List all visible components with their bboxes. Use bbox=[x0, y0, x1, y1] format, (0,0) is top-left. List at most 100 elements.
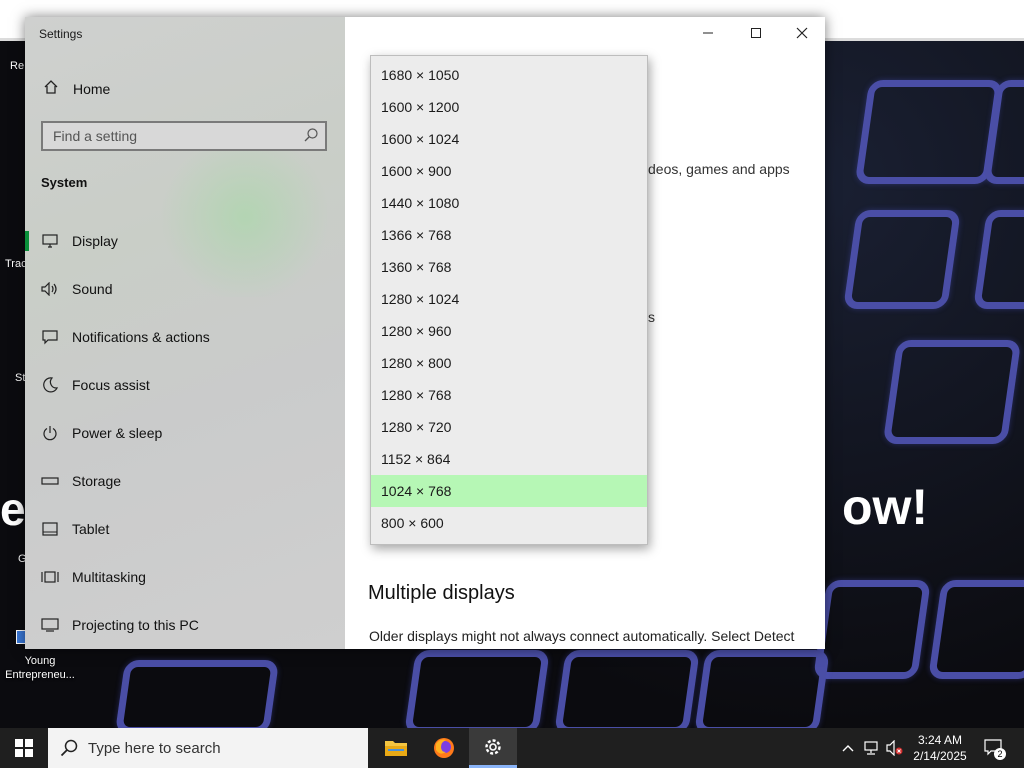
tablet-icon bbox=[40, 520, 60, 538]
sidebar-item-sound[interactable]: Sound bbox=[25, 265, 345, 313]
folder-icon bbox=[385, 741, 407, 756]
desktop-fragment: St bbox=[15, 372, 26, 384]
file-explorer-button[interactable] bbox=[372, 728, 420, 768]
home-icon bbox=[41, 79, 61, 98]
notification-icon bbox=[40, 328, 60, 346]
keyboard-key-shape bbox=[843, 210, 961, 309]
settings-taskbar-button[interactable] bbox=[469, 728, 517, 768]
resolution-option[interactable]: 1152 × 864 bbox=[371, 443, 647, 475]
find-setting-search[interactable] bbox=[41, 121, 327, 151]
storage-icon bbox=[40, 472, 60, 490]
sidebar-item-label: Display bbox=[72, 233, 118, 249]
keyboard-key-shape bbox=[973, 210, 1024, 309]
sidebar-item-focus-assist[interactable]: Focus assist bbox=[25, 361, 345, 409]
sidebar-item-power-sleep[interactable]: Power & sleep bbox=[25, 409, 345, 457]
notification-count-badge: 2 bbox=[994, 748, 1006, 760]
minimize-icon bbox=[703, 32, 713, 34]
desktop-fragment: e bbox=[0, 483, 26, 535]
show-hidden-icons-button[interactable] bbox=[838, 728, 858, 768]
monitor-icon bbox=[40, 232, 60, 250]
windows-logo-icon bbox=[15, 739, 33, 757]
resolution-option[interactable]: 1366 × 768 bbox=[371, 219, 647, 251]
power-icon bbox=[40, 424, 60, 442]
action-center-button[interactable]: 2 bbox=[980, 728, 1010, 768]
sidebar-item-notifications[interactable]: Notifications & actions bbox=[25, 313, 345, 361]
close-button[interactable] bbox=[779, 17, 825, 49]
resolution-option-selected[interactable]: 1024 × 768 bbox=[371, 475, 647, 507]
clock-time: 3:24 AM bbox=[917, 733, 963, 747]
sidebar-item-label: Projecting to this PC bbox=[72, 617, 199, 633]
sidebar-item-label: Tablet bbox=[72, 521, 110, 537]
multitasking-icon bbox=[40, 568, 60, 586]
resolution-option[interactable]: 1600 × 900 bbox=[371, 155, 647, 187]
home-label: Home bbox=[73, 80, 111, 97]
resolution-option[interactable]: 1360 × 768 bbox=[371, 251, 647, 283]
partial-description-text: deos, games and apps bbox=[648, 161, 790, 177]
resolution-dropdown[interactable]: 1680 × 1050 1600 × 1200 1600 × 1024 1600… bbox=[370, 55, 648, 545]
settings-sidebar: Settings Home System Display Sound bbox=[25, 17, 345, 649]
sidebar-item-display[interactable]: Display bbox=[25, 217, 345, 265]
keyboard-key-shape bbox=[114, 660, 280, 728]
sidebar-item-multitasking[interactable]: Multitasking bbox=[25, 553, 345, 601]
speaker-icon bbox=[40, 280, 60, 298]
network-icon bbox=[864, 741, 878, 755]
resolution-option[interactable]: 800 × 600 bbox=[371, 507, 647, 539]
resolution-option[interactable]: 1600 × 1024 bbox=[371, 123, 647, 155]
keyboard-key-shape bbox=[813, 580, 931, 679]
section-title: System bbox=[41, 175, 88, 190]
window-title: Settings bbox=[39, 27, 83, 41]
sidebar-item-label: Notifications & actions bbox=[72, 329, 210, 345]
moon-icon bbox=[40, 376, 60, 394]
resolution-option[interactable]: 1280 × 960 bbox=[371, 315, 647, 347]
keyboard-key-shape bbox=[554, 650, 700, 728]
taskbar-search-placeholder: Type here to search bbox=[88, 739, 221, 757]
network-button[interactable] bbox=[860, 728, 884, 768]
multiple-displays-heading: Multiple displays bbox=[368, 582, 515, 604]
keyboard-key-shape bbox=[882, 340, 1022, 444]
sidebar-item-label: Focus assist bbox=[72, 377, 150, 393]
sidebar-item-tablet[interactable]: Tablet bbox=[25, 505, 345, 553]
close-icon bbox=[796, 27, 808, 39]
partial-text: s bbox=[648, 309, 655, 325]
maximize-button[interactable] bbox=[733, 17, 779, 49]
sidebar-nav: Display Sound Notifications & actions Fo… bbox=[25, 217, 345, 649]
keyboard-key-shape bbox=[928, 580, 1024, 679]
gear-icon bbox=[485, 738, 501, 755]
resolution-option[interactable]: 1440 × 1080 bbox=[371, 187, 647, 219]
keyboard-key-shape bbox=[694, 650, 830, 728]
taskbar-search-box[interactable]: Type here to search bbox=[48, 728, 368, 768]
keyboard-key-shape bbox=[854, 80, 1004, 184]
firefox-button[interactable] bbox=[420, 728, 468, 768]
resolution-option[interactable]: 1280 × 768 bbox=[371, 379, 647, 411]
taskbar: Type here to search 3:24 AM 2/14/2025 2 bbox=[0, 728, 1024, 768]
firefox-icon bbox=[434, 738, 454, 758]
resolution-option[interactable]: 1280 × 1024 bbox=[371, 283, 647, 315]
resolution-option[interactable]: 1280 × 720 bbox=[371, 411, 647, 443]
maximize-icon bbox=[751, 28, 761, 38]
taskbar-clock[interactable]: 3:24 AM 2/14/2025 bbox=[905, 732, 975, 764]
desktop-fragment: Re bbox=[10, 60, 25, 72]
chevron-up-icon bbox=[842, 745, 854, 752]
sidebar-item-storage[interactable]: Storage bbox=[25, 457, 345, 505]
search-icon bbox=[303, 127, 319, 148]
home-nav-item[interactable]: Home bbox=[41, 79, 110, 98]
multiple-displays-description: Older displays might not always connect … bbox=[369, 628, 795, 644]
sidebar-item-label: Power & sleep bbox=[72, 425, 163, 441]
resolution-option[interactable]: 1600 × 1200 bbox=[371, 91, 647, 123]
minimize-button[interactable] bbox=[685, 17, 731, 49]
sidebar-item-projecting[interactable]: Projecting to this PC bbox=[25, 601, 345, 649]
find-setting-input[interactable] bbox=[43, 123, 303, 149]
background-text: ow! bbox=[842, 479, 929, 535]
search-icon bbox=[60, 739, 78, 757]
desktop-shortcut-label[interactable]: Young Entrepreneu... bbox=[2, 654, 78, 682]
sidebar-item-label: Multitasking bbox=[72, 569, 146, 585]
volume-button[interactable] bbox=[884, 728, 906, 768]
desktop-fragment: Trac bbox=[5, 258, 27, 270]
projecting-icon bbox=[40, 616, 60, 634]
start-button[interactable] bbox=[0, 728, 48, 768]
resolution-option[interactable]: 1280 × 800 bbox=[371, 347, 647, 379]
sidebar-item-label: Sound bbox=[72, 281, 113, 297]
volume-muted-icon bbox=[886, 740, 903, 756]
keyboard-key-shape bbox=[404, 650, 550, 728]
resolution-option[interactable]: 1680 × 1050 bbox=[371, 59, 647, 91]
